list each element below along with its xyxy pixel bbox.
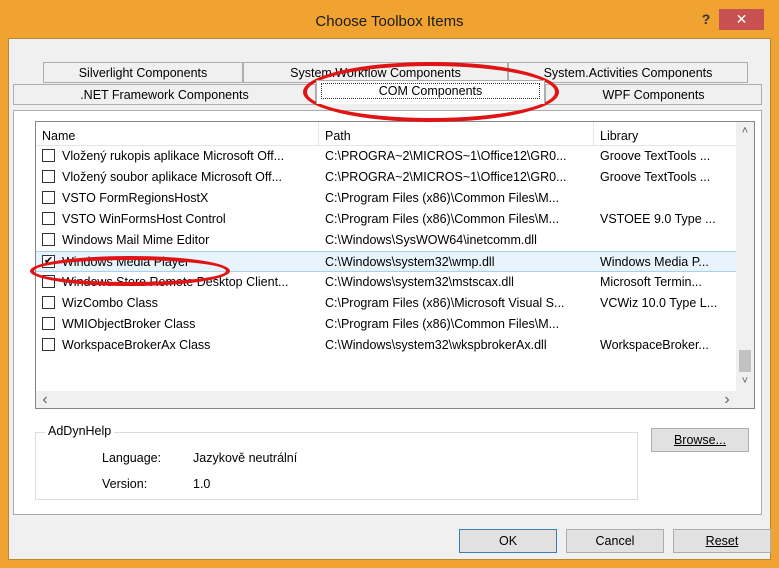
row-path: C:\Windows\system32\wmp.dll <box>325 255 495 269</box>
row-name: Windows Store Remote Desktop Client... <box>62 275 289 289</box>
list-header: Name Path Library <box>36 122 736 146</box>
row-library: Groove TextTools ... <box>600 170 711 184</box>
row-library <box>600 188 734 209</box>
browse-button[interactable]: Browse... <box>651 428 749 452</box>
row-name: Vložený soubor aplikace Microsoft Off... <box>62 170 283 184</box>
ok-button-label: OK <box>498 534 518 548</box>
list-item[interactable]: WMIObjectBroker Class C:\Program Files (x… <box>36 314 736 335</box>
row-path: C:\Program Files (x86)\Common Files\M... <box>325 191 560 205</box>
row-name: Vložený rukopis aplikace Microsoft Off..… <box>62 149 285 163</box>
tab-label: .NET Framework Components <box>80 88 249 102</box>
tab-label: Silverlight Components <box>78 66 208 80</box>
row-path: C:\Windows\system32\mstscax.dll <box>325 275 514 289</box>
scroll-right-icon[interactable]: › <box>718 391 736 408</box>
row-name: Windows Media Player <box>62 255 190 269</box>
tab-label: System.Activities Components <box>543 66 713 80</box>
row-checkbox[interactable] <box>42 191 55 204</box>
scrollbar-thumb[interactable] <box>739 350 751 372</box>
language-value: Jazykově neutrální <box>193 451 298 465</box>
list-item[interactable]: Windows Store Remote Desktop Client... C:… <box>36 272 736 293</box>
reset-button[interactable]: Reset <box>673 529 771 553</box>
close-button[interactable]: ✕ <box>719 9 764 30</box>
row-path: C:\Program Files (x86)\Common Files\M... <box>325 317 560 331</box>
tab-label: System.Workflow Components <box>290 66 461 80</box>
row-library: Groove TextTools ... <box>600 149 711 163</box>
row-name: WizCombo Class <box>62 296 158 310</box>
row-checkbox[interactable] <box>42 338 55 351</box>
vertical-scrollbar[interactable]: ˄ ˅ <box>736 122 754 391</box>
components-list[interactable]: Name Path Library Vložený rukopis aplika… <box>35 121 755 409</box>
version-label: Version: <box>102 477 148 491</box>
list-item[interactable]: ✔ Windows Media Player C:\Windows\system32… <box>36 251 736 272</box>
row-name: VSTO FormRegionsHostX <box>62 191 209 205</box>
row-library: Microsoft Termin... <box>600 275 702 289</box>
column-header-name[interactable]: Name <box>36 122 318 146</box>
tab-silverlight-components[interactable]: Silverlight Components <box>43 62 243 83</box>
row-library: WorkspaceBroker... <box>600 338 709 352</box>
row-library: VSTOEE 9.0 Type ... <box>600 212 716 226</box>
row-path: C:\Windows\system32\wkspbrokerAx.dll <box>325 338 547 352</box>
row-name: WMIObjectBroker Class <box>62 317 196 331</box>
column-header-library[interactable]: Library <box>594 122 736 146</box>
row-library <box>600 230 734 251</box>
row-library <box>600 314 734 335</box>
tab-net-framework-components[interactable]: .NET Framework Components <box>13 84 316 105</box>
row-name: WorkspaceBrokerAx Class <box>62 338 211 352</box>
row-checkbox[interactable] <box>42 170 55 183</box>
horizontal-scrollbar[interactable]: ‹ › <box>36 391 736 408</box>
reset-button-label: Reset <box>705 534 739 548</box>
row-name: Windows Mail Mime Editor <box>62 233 210 247</box>
group-title: AdDynHelp <box>45 424 115 438</box>
scroll-down-icon[interactable]: ˅ <box>736 372 754 390</box>
row-library: VCWiz 10.0 Type L... <box>600 296 718 310</box>
list-item[interactable]: Vložený soubor aplikace Microsoft Off...… <box>36 167 736 188</box>
row-path: C:\PROGRA~2\MICROS~1\Office12\GR0... <box>325 170 567 184</box>
row-path: C:\Windows\SysWOW64\inetcomm.dll <box>325 233 537 247</box>
tab-com-components[interactable]: COM Components <box>316 80 545 104</box>
language-label: Language: <box>102 451 162 465</box>
cancel-button[interactable]: Cancel <box>566 529 664 553</box>
details-group: AdDynHelp Language: Jazykově neutrální V… <box>35 424 638 500</box>
window-title: Choose Toolbox Items <box>315 13 464 30</box>
row-path: C:\Program Files (x86)\Microsoft Visual … <box>325 296 565 310</box>
list-item[interactable]: Vložený rukopis aplikace Microsoft Off..… <box>36 146 736 167</box>
scrollbar-corner <box>736 391 754 408</box>
row-checkbox[interactable]: ✔ <box>42 255 55 268</box>
tab-label: WPF Components <box>602 88 705 102</box>
ok-button[interactable]: OK <box>459 529 557 553</box>
list-item[interactable]: VSTO WinFormsHost Control C:\Program File… <box>36 209 736 230</box>
row-name: VSTO WinFormsHost Control <box>62 212 226 226</box>
row-path: C:\Program Files (x86)\Common Files\M... <box>325 212 560 226</box>
row-checkbox[interactable] <box>42 233 55 246</box>
row-checkbox[interactable] <box>42 149 55 162</box>
tab-wpf-components[interactable]: WPF Components <box>545 84 762 105</box>
help-button[interactable]: ? <box>696 11 716 29</box>
cancel-button-label: Cancel <box>595 534 635 548</box>
title-bar[interactable]: Choose Toolbox Items ? ✕ <box>0 0 779 38</box>
list-item[interactable]: WorkspaceBrokerAx Class C:\Windows\system… <box>36 335 736 356</box>
list-item[interactable]: VSTO FormRegionsHostX C:\Program Files (x… <box>36 188 736 209</box>
version-value: 1.0 <box>193 477 211 491</box>
list-item[interactable]: WizCombo Class C:\Program Files (x86)\Mic… <box>36 293 736 314</box>
browse-button-label: Browse... <box>673 433 727 447</box>
scroll-left-icon[interactable]: ‹ <box>36 391 54 408</box>
row-checkbox[interactable] <box>42 275 55 288</box>
column-header-path[interactable]: Path <box>319 122 593 146</box>
scroll-up-icon[interactable]: ˄ <box>736 122 754 140</box>
row-checkbox[interactable] <box>42 296 55 309</box>
row-path: C:\PROGRA~2\MICROS~1\Office12\GR0... <box>325 149 567 163</box>
row-checkbox[interactable] <box>42 317 55 330</box>
list-item[interactable]: Windows Mail Mime Editor C:\Windows\SysWO… <box>36 230 736 251</box>
row-library: Windows Media P... <box>600 255 709 269</box>
focus-rectangle <box>321 83 540 99</box>
row-checkbox[interactable] <box>42 212 55 225</box>
